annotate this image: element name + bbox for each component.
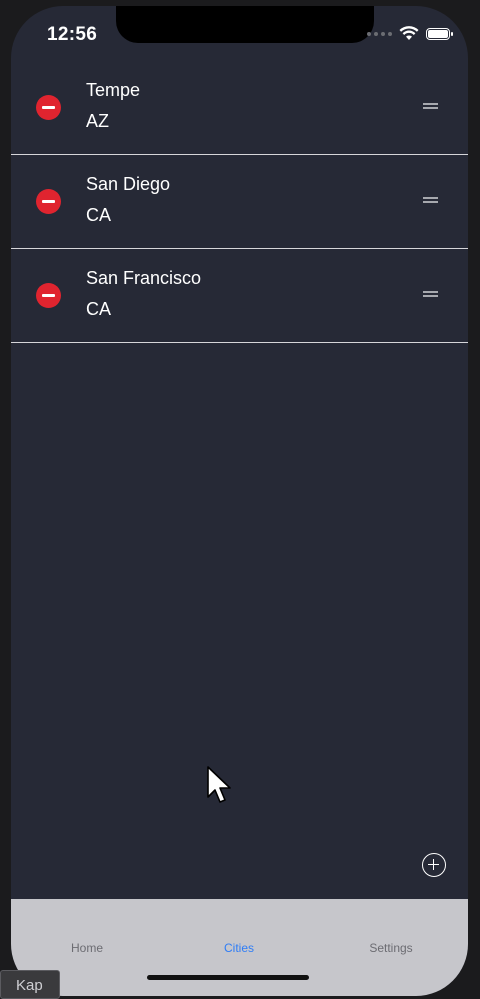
home-indicator[interactable] [147,975,309,980]
delete-icon[interactable] [36,189,61,214]
city-list: Tempe AZ San Diego CA San Francisco CA [11,61,468,343]
reorder-icon[interactable] [423,291,438,299]
delete-icon[interactable] [36,283,61,308]
battery-icon [426,27,453,40]
cursor-icon [207,766,231,803]
city-state: AZ [86,111,110,131]
status-icons [367,26,453,41]
reorder-icon[interactable] [423,103,438,111]
add-icon[interactable] [422,853,446,877]
signal-icon [367,31,392,36]
city-state: CA [86,205,112,225]
kap-recorder-badge: Kap [0,970,60,999]
city-row[interactable]: Tempe AZ [11,61,468,155]
phone-screen: 12:56 Tempe AZ San Diego CA San Francisc… [11,6,468,996]
tab-settings[interactable]: Settings [369,941,412,955]
city-row[interactable]: San Diego CA [11,155,468,249]
city-name: San Francisco [86,268,202,288]
city-state: CA [86,299,112,319]
tab-cities[interactable]: Cities [224,941,254,955]
tab-home[interactable]: Home [71,941,103,955]
wifi-icon [399,26,419,40]
status-time: 12:56 [47,24,98,45]
notch [116,6,374,43]
reorder-icon[interactable] [423,197,438,205]
city-name: San Diego [86,174,171,194]
delete-icon[interactable] [36,95,61,120]
city-row[interactable]: San Francisco CA [11,249,468,343]
city-name: Tempe [86,80,141,100]
tab-bar: Home Cities Settings [11,899,468,996]
